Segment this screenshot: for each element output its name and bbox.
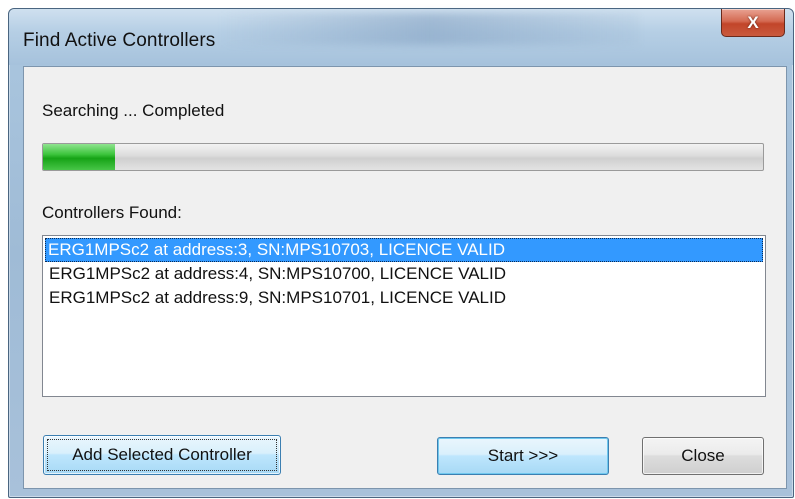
list-item-selected[interactable]: ERG1MPSc2 at address:3, SN:MPS10703, LIC… — [45, 238, 763, 262]
close-label: Close — [681, 446, 725, 465]
focus-ring — [47, 439, 277, 471]
list-item[interactable]: ERG1MPSc2 at address:4, SN:MPS10700, LIC… — [46, 262, 509, 286]
add-selected-controller-button[interactable]: Add Selected Controller — [43, 435, 281, 475]
dialog-title: Find Active Controllers — [23, 30, 216, 51]
title-bar[interactable]: Find Active Controllers X — [9, 9, 793, 65]
list-item[interactable]: ERG1MPSc2 at address:9, SN:MPS10701, LIC… — [46, 286, 509, 310]
dialog-client-area: Searching ... Completed Controllers Foun… — [23, 66, 787, 489]
controllers-list[interactable]: ERG1MPSc2 at address:3, SN:MPS10703, LIC… — [42, 235, 766, 397]
controllers-found-label: Controllers Found: — [42, 203, 182, 222]
progress-fill — [43, 144, 115, 170]
close-button[interactable]: Close — [642, 437, 764, 475]
search-status: Searching ... Completed — [42, 101, 225, 120]
close-window-button[interactable]: X — [721, 9, 785, 37]
search-progress-bar — [42, 143, 764, 171]
start-button[interactable]: Start >>> — [437, 437, 609, 475]
start-label: Start >>> — [487, 446, 559, 465]
close-icon: X — [747, 12, 759, 32]
background-blur — [219, 13, 639, 45]
dialog-window: Find Active Controllers X Searching ... … — [8, 8, 794, 498]
